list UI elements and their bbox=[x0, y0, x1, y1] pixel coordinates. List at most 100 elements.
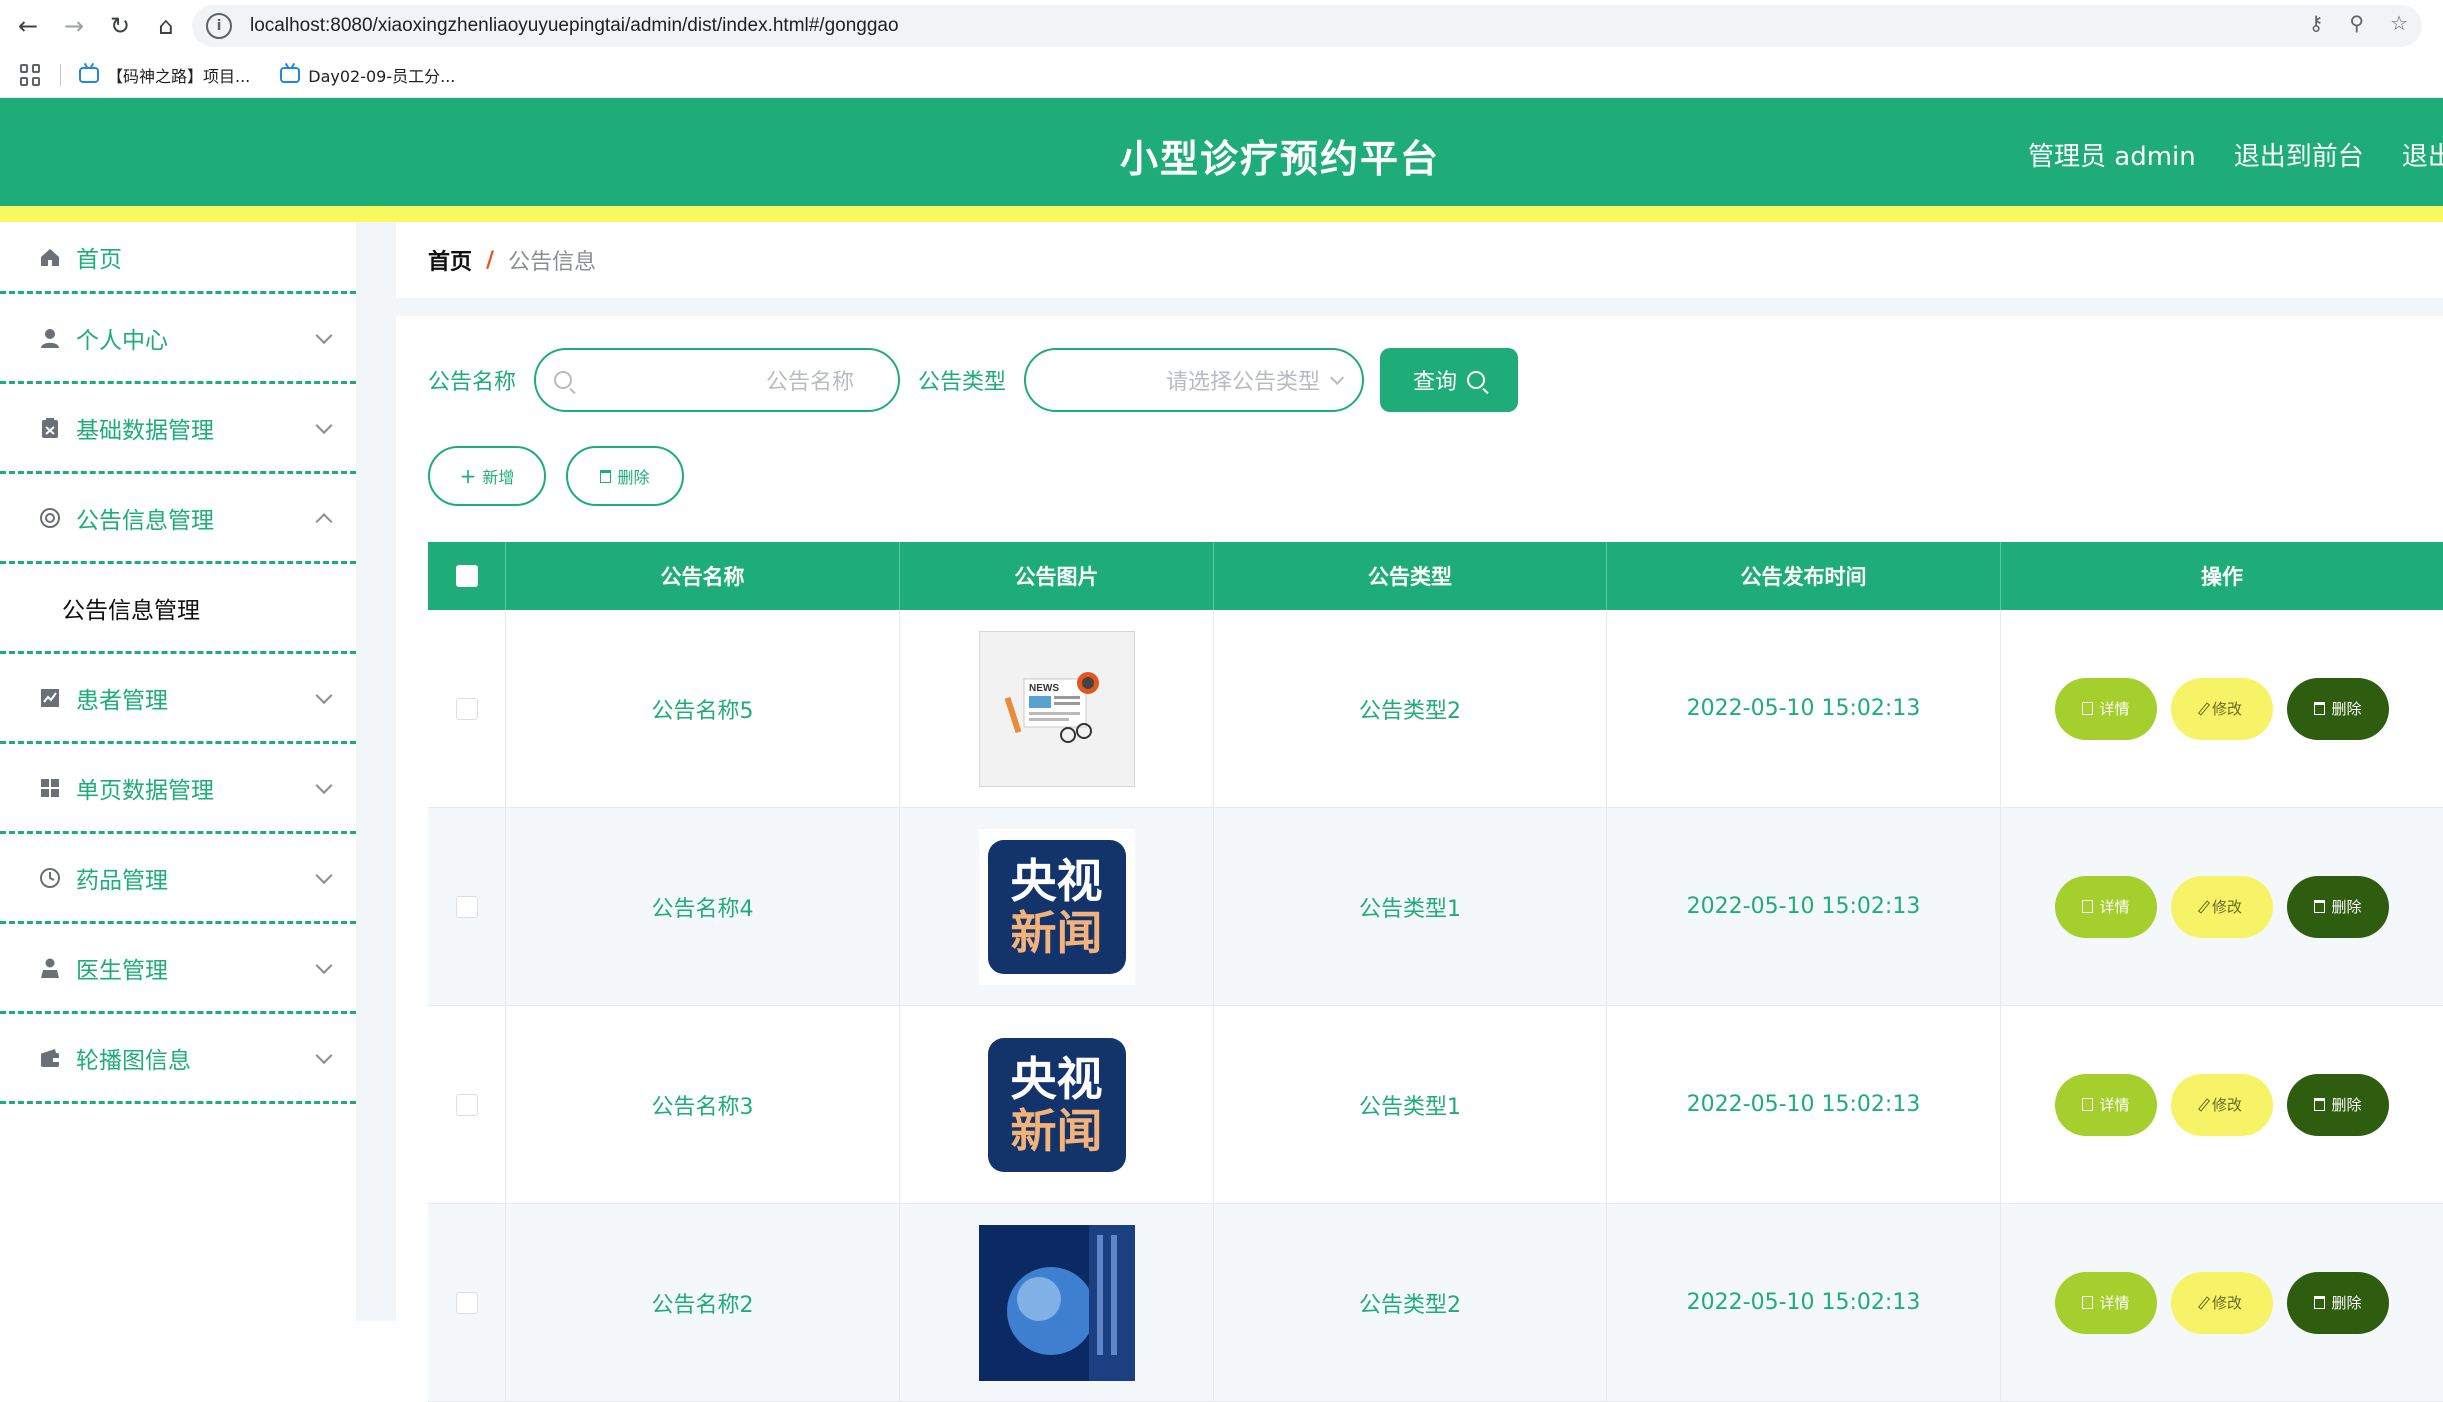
query-button[interactable]: 查询 bbox=[1380, 348, 1519, 412]
detail-button[interactable]: 详情 bbox=[2055, 1271, 2157, 1334]
row-select-cell bbox=[428, 610, 506, 807]
grid-icon bbox=[38, 776, 62, 800]
sidebar-item-doctor[interactable]: 医生管理 bbox=[0, 924, 356, 1014]
sidebar-item-home[interactable]: 首页 bbox=[0, 222, 356, 294]
exit-to-front-link[interactable]: 退出到前台 bbox=[2234, 136, 2364, 173]
notice-name-placeholder: 公告名称 bbox=[766, 369, 855, 394]
table-row: 公告名称3 央视 新闻 公告类型1 2022-05-10 15:02:13 详情… bbox=[428, 1006, 2443, 1204]
trash-icon bbox=[600, 469, 612, 483]
cctv-logo-line1: 央视 bbox=[1010, 853, 1103, 908]
logout-link[interactable]: 退出登录 bbox=[2402, 136, 2443, 173]
document-icon bbox=[2082, 1296, 2094, 1309]
bilibili-icon bbox=[280, 66, 301, 83]
detail-label: 详情 bbox=[2099, 898, 2130, 916]
delete-button[interactable]: 删除 bbox=[2287, 677, 2389, 740]
notice-time-cell: 2022-05-10 15:02:13 bbox=[1607, 1006, 2001, 1203]
chevron-down-icon bbox=[315, 1046, 333, 1064]
bookmark-item[interactable]: Day02-09-员工分... bbox=[280, 63, 455, 87]
zoom-icon[interactable]: ⚲ bbox=[2349, 11, 2364, 35]
chart-icon bbox=[38, 686, 62, 710]
edit-button[interactable]: 修改 bbox=[2171, 677, 2273, 740]
site-info-icon[interactable]: i bbox=[206, 13, 232, 39]
sidebar-item-label: 个人中心 bbox=[76, 327, 168, 354]
edit-button[interactable]: 修改 bbox=[2171, 1271, 2273, 1334]
header-accent-bar bbox=[0, 206, 2443, 222]
sidebar-item-personal-center[interactable]: 个人中心 bbox=[0, 294, 356, 384]
sidebar-item-basic-data[interactable]: 基础数据管理 bbox=[0, 384, 356, 474]
globe-image[interactable] bbox=[978, 1224, 1135, 1381]
delete-button[interactable]: 删除 bbox=[2287, 1271, 2389, 1334]
batch-delete-button[interactable]: 删除 bbox=[566, 446, 684, 506]
admin-user-link[interactable]: 管理员 admin bbox=[2028, 136, 2196, 173]
news-image[interactable]: NEWS bbox=[978, 630, 1135, 787]
reload-icon[interactable]: ↻ bbox=[102, 8, 138, 44]
chevron-down-icon bbox=[315, 866, 333, 884]
detail-button[interactable]: 详情 bbox=[2055, 875, 2157, 938]
lifebuoy-icon bbox=[38, 506, 62, 530]
user-icon bbox=[38, 326, 62, 350]
pencil-icon bbox=[2197, 701, 2211, 716]
notice-type-select[interactable]: 请选择公告类型 bbox=[1024, 348, 1365, 412]
home-nav-icon[interactable]: ⌂ bbox=[148, 8, 184, 44]
cctv-image[interactable]: 央视 新闻 bbox=[978, 828, 1135, 985]
address-bar[interactable]: i localhost:8080/xiaoxingzhenliaoyuyuepi… bbox=[192, 5, 2422, 47]
chevron-down-icon bbox=[315, 326, 333, 344]
sidebar-item-label: 医生管理 bbox=[76, 957, 168, 984]
edit-label: 修改 bbox=[2211, 1096, 2242, 1114]
cctv-news-logo: 央视 新闻 bbox=[987, 1037, 1126, 1172]
column-header: 公告类型 bbox=[1214, 542, 1607, 610]
content-panel: 公告名称 公告名称 公告类型 请选择公告类型 查询 + 新增 删除 公告名称 公… bbox=[396, 316, 2443, 1402]
notice-name-input[interactable]: 公告名称 bbox=[534, 348, 901, 412]
bookmark-label: Day02-09-员工分... bbox=[308, 66, 456, 86]
detail-button[interactable]: 详情 bbox=[2055, 677, 2157, 740]
key-icon[interactable]: ⚷ bbox=[2309, 11, 2324, 35]
sidebar-item-medicine[interactable]: 药品管理 bbox=[0, 834, 356, 924]
edit-button[interactable]: 修改 bbox=[2171, 1073, 2273, 1136]
chevron-down-icon bbox=[315, 686, 333, 704]
column-header: 公告图片 bbox=[900, 542, 1214, 610]
query-button-label: 查询 bbox=[1413, 370, 1458, 395]
edit-label: 修改 bbox=[2211, 898, 2242, 916]
sidebar-item-notice-management[interactable]: 公告信息管理 bbox=[0, 474, 356, 564]
operations-cell: 详情 修改 删除 bbox=[2001, 1006, 2443, 1203]
bookmarks-bar: 【码神之路】项目... Day02-09-员工分... bbox=[0, 52, 2443, 98]
notice-type-cell: 公告类型2 bbox=[1214, 610, 1607, 807]
trash-icon bbox=[2314, 1296, 2326, 1309]
table-header: 公告名称 公告图片 公告类型 公告发布时间 操作 bbox=[428, 542, 2443, 610]
notice-name-cell: 公告名称2 bbox=[506, 1204, 900, 1401]
breadcrumb-current: 公告信息 bbox=[508, 250, 597, 275]
cctv-image[interactable]: 央视 新闻 bbox=[978, 1026, 1135, 1183]
apps-grid-icon[interactable] bbox=[20, 63, 42, 86]
breadcrumb-separator: / bbox=[486, 247, 495, 273]
row-checkbox[interactable] bbox=[455, 1093, 478, 1116]
notice-image-cell: 央视 新闻 bbox=[900, 808, 1214, 1005]
bookmark-item[interactable]: 【码神之路】项目... bbox=[79, 63, 250, 87]
delete-button[interactable]: 删除 bbox=[2287, 1073, 2389, 1136]
sidebar: 首页 个人中心 基础数据管理 公告信息管理 公告信息管理 患者管理 单页数据管理 bbox=[0, 222, 356, 1321]
sidebar-item-single-page[interactable]: 单页数据管理 bbox=[0, 744, 356, 834]
forward-icon[interactable]: → bbox=[56, 8, 92, 44]
edit-label: 修改 bbox=[2211, 700, 2242, 718]
row-checkbox[interactable] bbox=[455, 895, 478, 918]
select-all-checkbox[interactable] bbox=[455, 565, 478, 587]
bookmark-label: 【码神之路】项目... bbox=[107, 66, 251, 86]
star-icon[interactable]: ☆ bbox=[2390, 11, 2408, 35]
submenu-item-notice-management[interactable]: 公告信息管理 bbox=[0, 564, 356, 654]
detail-label: 详情 bbox=[2099, 700, 2130, 718]
clipboard-icon bbox=[38, 416, 62, 440]
news-badge-text: NEWS bbox=[1029, 683, 1059, 694]
breadcrumb-home[interactable]: 首页 bbox=[428, 244, 472, 276]
sidebar-item-label: 公告信息管理 bbox=[76, 507, 214, 534]
row-checkbox[interactable] bbox=[455, 1291, 478, 1314]
url-text: localhost:8080/xiaoxingzhenliaoyuyueping… bbox=[250, 15, 899, 36]
row-checkbox[interactable] bbox=[455, 697, 478, 720]
add-button[interactable]: + 新增 bbox=[428, 446, 546, 506]
back-icon[interactable]: ← bbox=[10, 8, 46, 44]
sidebar-item-carousel[interactable]: 轮播图信息 bbox=[0, 1014, 356, 1104]
delete-button[interactable]: 删除 bbox=[2287, 875, 2389, 938]
detail-button[interactable]: 详情 bbox=[2055, 1073, 2157, 1136]
edit-button[interactable]: 修改 bbox=[2171, 875, 2273, 938]
notice-type-placeholder: 请选择公告类型 bbox=[1166, 370, 1321, 395]
notice-time-cell: 2022-05-10 15:02:13 bbox=[1607, 808, 2001, 1005]
sidebar-item-patient[interactable]: 患者管理 bbox=[0, 654, 356, 744]
